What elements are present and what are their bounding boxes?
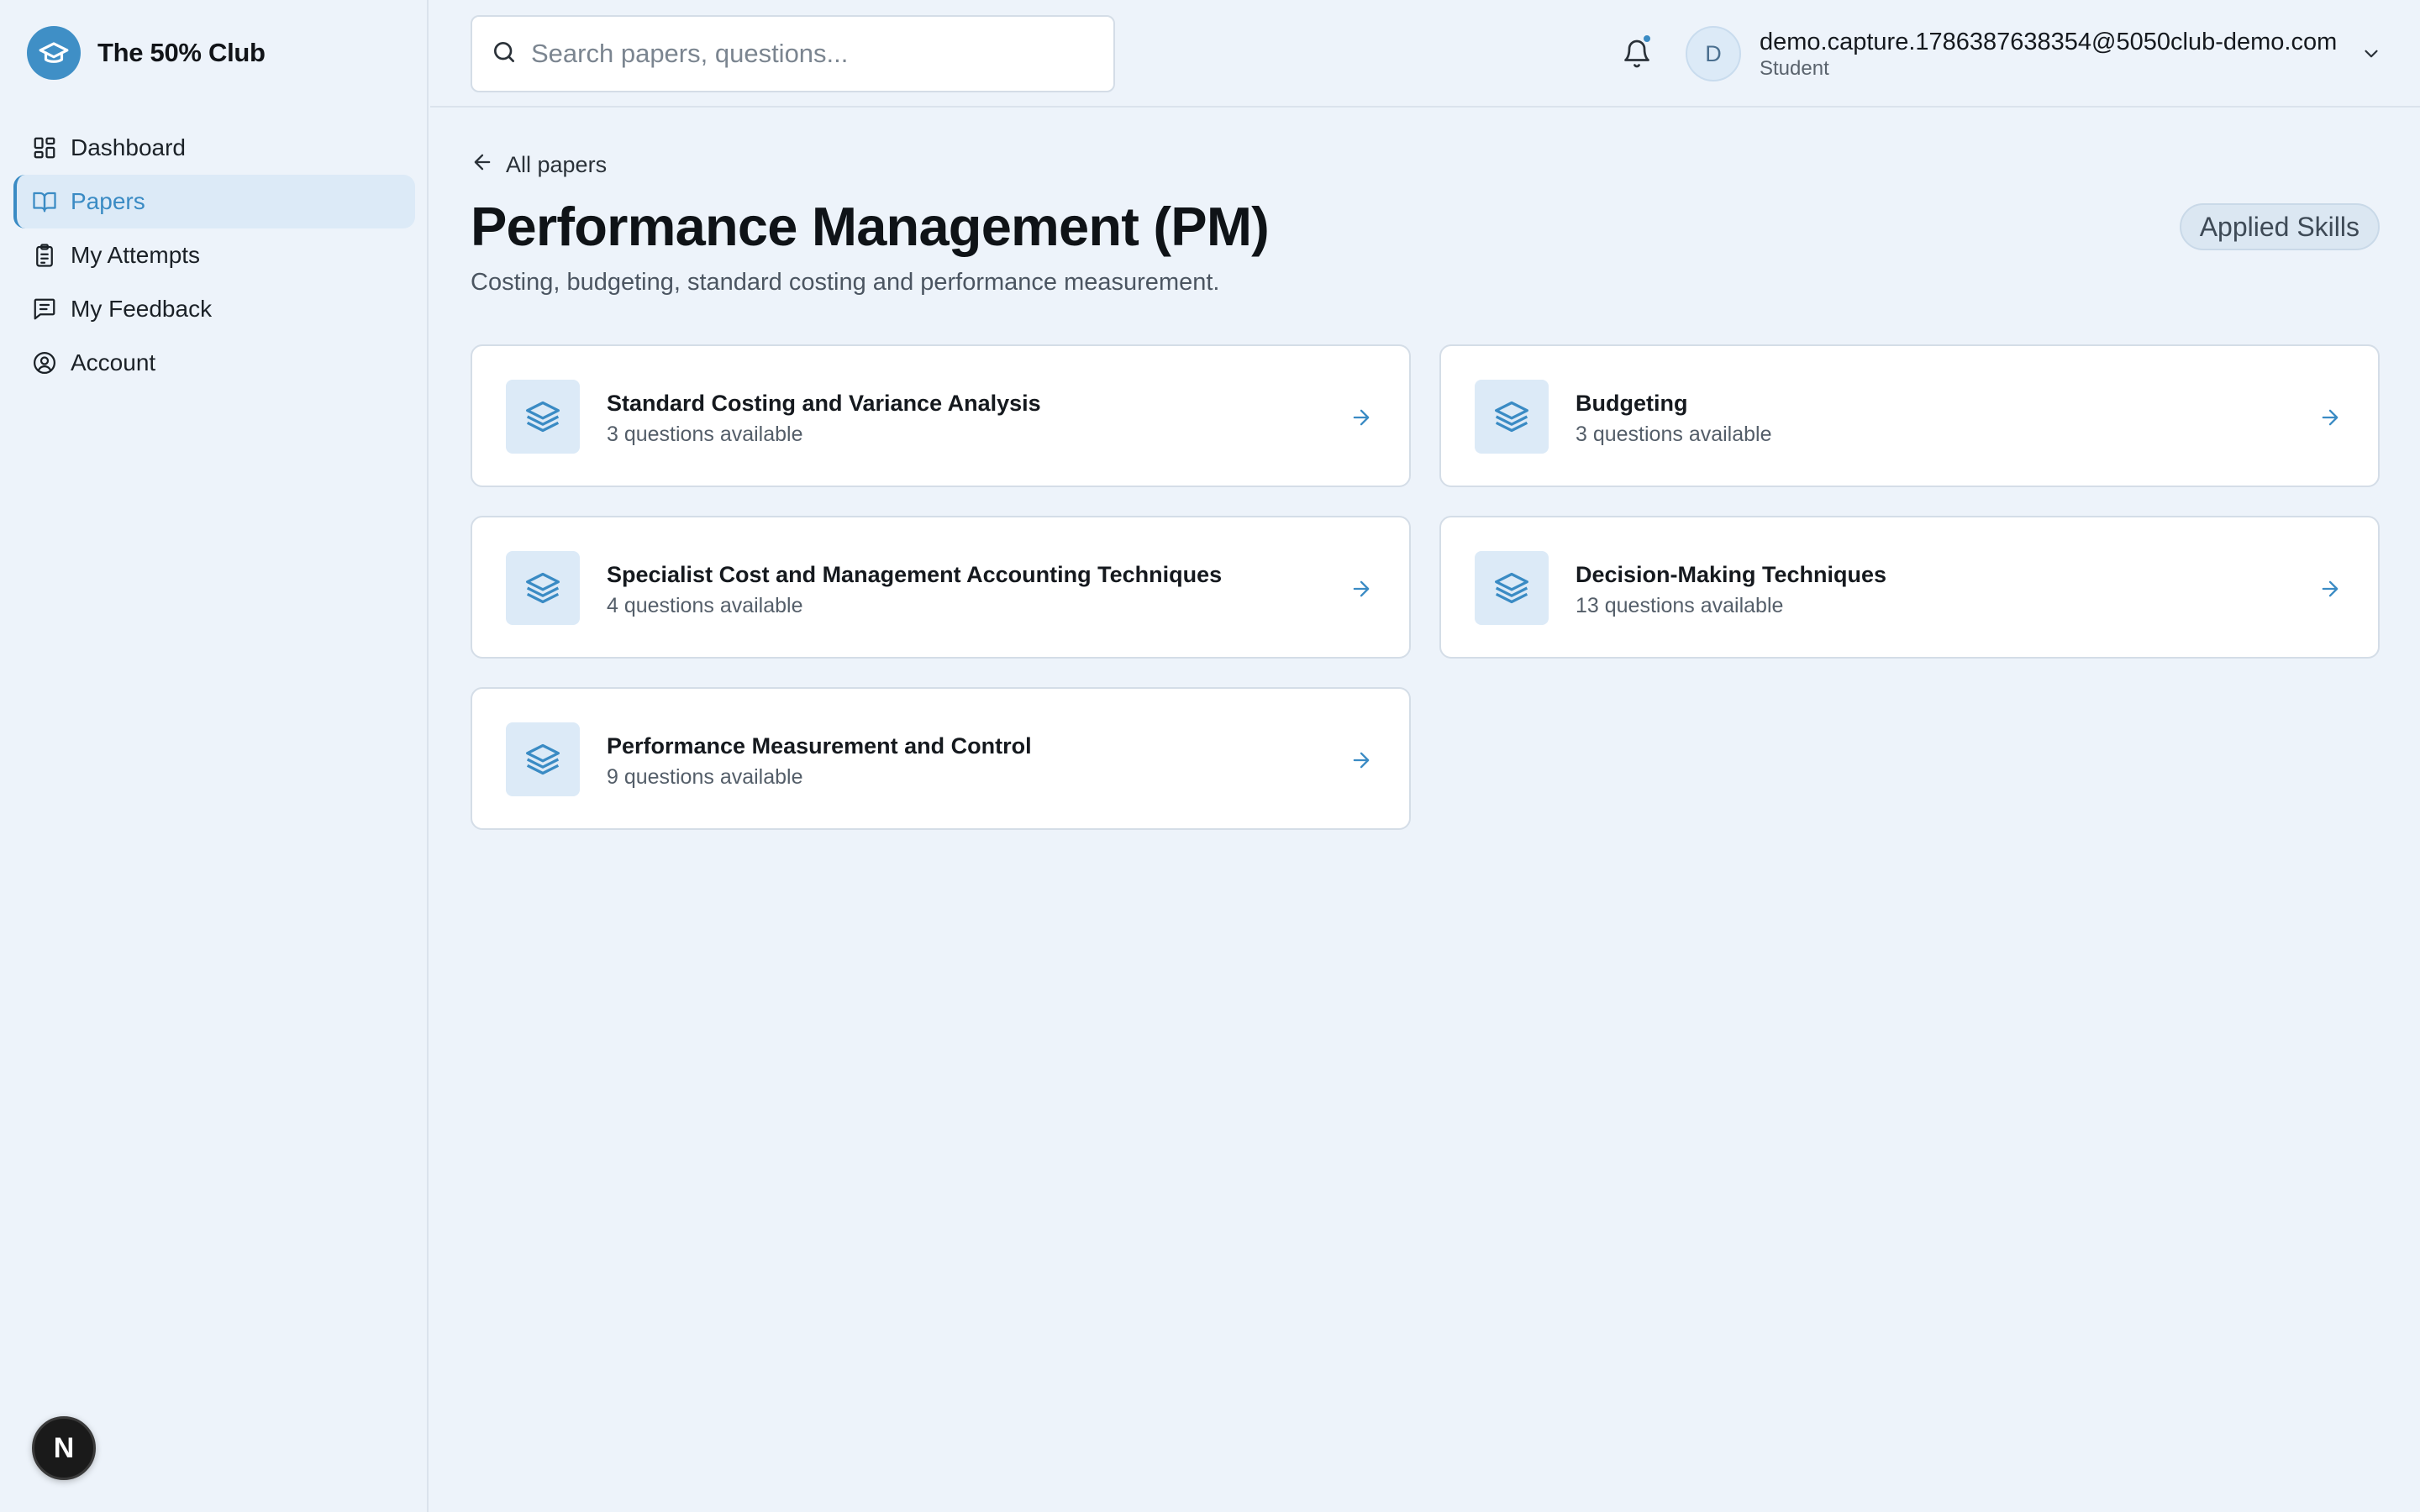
topic-title: Decision-Making Techniques xyxy=(1576,562,1887,587)
arrow-right-icon xyxy=(2316,575,2344,603)
topic-title: Performance Measurement and Control xyxy=(607,733,1032,759)
dev-tools-badge[interactable]: N xyxy=(32,1416,96,1480)
layers-icon xyxy=(506,722,580,796)
chevron-down-icon[interactable] xyxy=(2359,41,2384,66)
sidebar-item-account[interactable]: Account xyxy=(13,336,415,390)
back-link[interactable]: All papers xyxy=(471,150,607,180)
arrow-right-icon xyxy=(1347,403,1376,432)
layers-icon xyxy=(1475,551,1549,625)
top-header: D demo.capture.1786387638354@5050club-de… xyxy=(430,0,2420,108)
back-link-label: All papers xyxy=(506,151,608,177)
graduation-cap-icon xyxy=(27,26,81,80)
topic-card[interactable]: Decision-Making Techniques 13 questions … xyxy=(1439,516,2380,659)
layers-icon xyxy=(506,551,580,625)
user-info: demo.capture.1786387638354@5050club-demo… xyxy=(1760,27,2337,81)
topic-question-count: 3 questions available xyxy=(1576,423,1772,446)
topic-text: Performance Measurement and Control 9 qu… xyxy=(607,731,1032,791)
sidebar-item-label: Dashboard xyxy=(71,134,186,160)
brand-name: The 50% Club xyxy=(97,38,266,67)
sidebar-item-my-feedback[interactable]: My Feedback xyxy=(13,282,415,336)
page-title: Performance Management (PM) xyxy=(471,196,1270,257)
sidebar: The 50% Club Dashboard Papers My Attempt… xyxy=(0,0,429,1512)
topic-question-count: 13 questions available xyxy=(1576,594,1784,617)
dashboard-icon xyxy=(30,134,59,162)
notification-dot xyxy=(1642,34,1652,44)
user-role: Student xyxy=(1760,57,1829,80)
user-email: demo.capture.1786387638354@5050club-demo… xyxy=(1760,29,2338,55)
arrow-right-icon xyxy=(1347,575,1376,603)
book-icon xyxy=(30,187,59,216)
topic-card[interactable]: Standard Costing and Variance Analysis 3… xyxy=(471,344,1411,487)
notifications-button[interactable] xyxy=(1617,34,1657,74)
topic-question-count: 4 questions available xyxy=(607,594,803,617)
search-icon xyxy=(491,39,518,70)
sidebar-item-label: Papers xyxy=(71,188,145,214)
user-menu[interactable]: D demo.capture.1786387638354@5050club-de… xyxy=(1686,24,2384,84)
topic-title: Budgeting xyxy=(1576,391,1688,416)
topic-card[interactable]: Budgeting 3 questions available xyxy=(1439,344,2380,487)
topic-title: Standard Costing and Variance Analysis xyxy=(607,391,1041,416)
brand[interactable]: The 50% Club xyxy=(27,25,266,81)
app-root: The 50% Club Dashboard Papers My Attempt… xyxy=(0,0,2420,1512)
arrow-right-icon xyxy=(2316,403,2344,432)
user-circle-icon xyxy=(30,349,59,377)
topic-title: Specialist Cost and Management Accountin… xyxy=(607,562,1223,587)
search-box[interactable] xyxy=(471,15,1115,92)
layers-icon xyxy=(1475,380,1549,454)
sidebar-item-label: My Attempts xyxy=(71,242,201,268)
topic-card[interactable]: Performance Measurement and Control 9 qu… xyxy=(471,687,1411,830)
topic-question-count: 3 questions available xyxy=(607,423,803,446)
topic-card[interactable]: Specialist Cost and Management Accountin… xyxy=(471,516,1411,659)
topic-text: Budgeting 3 questions available xyxy=(1576,388,1772,449)
sidebar-item-label: My Feedback xyxy=(71,296,213,322)
page-subtitle: Costing, budgeting, standard costing and… xyxy=(471,269,1220,296)
sidebar-item-dashboard[interactable]: Dashboard xyxy=(13,121,415,175)
sidebar-item-label: Account xyxy=(71,349,156,375)
topic-text: Decision-Making Techniques 13 questions … xyxy=(1576,559,1886,620)
clipboard-icon xyxy=(30,241,59,270)
sidebar-item-papers[interactable]: Papers xyxy=(13,175,415,228)
arrow-right-icon xyxy=(1347,746,1376,774)
avatar: D xyxy=(1686,26,1741,81)
layers-icon xyxy=(506,380,580,454)
sidebar-item-my-attempts[interactable]: My Attempts xyxy=(13,228,415,282)
topic-text: Specialist Cost and Management Accountin… xyxy=(607,559,1222,620)
search-input[interactable] xyxy=(531,39,1086,69)
level-badge: Applied Skills xyxy=(2179,203,2380,250)
sidebar-nav: Dashboard Papers My Attempts My Feedback… xyxy=(13,121,415,390)
topic-question-count: 9 questions available xyxy=(607,765,803,789)
arrow-left-icon xyxy=(471,150,494,180)
message-icon xyxy=(30,295,59,323)
topic-text: Standard Costing and Variance Analysis 3… xyxy=(607,388,1041,449)
topic-grid: Standard Costing and Variance Analysis 3… xyxy=(471,344,2380,830)
